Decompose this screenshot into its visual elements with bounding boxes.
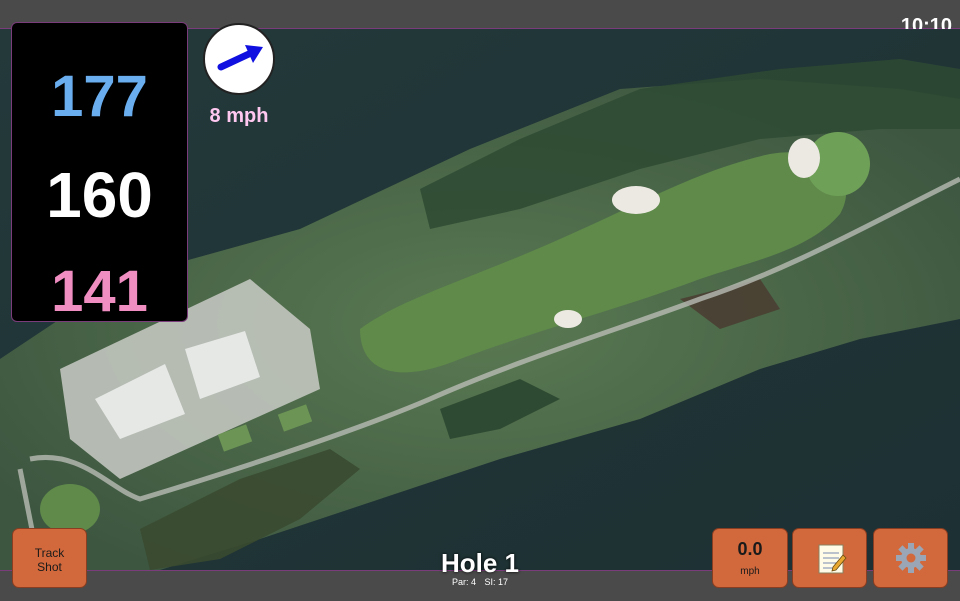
speed-unit: mph bbox=[740, 566, 760, 577]
hole-meta: Par: 4 SI: 17 bbox=[380, 577, 580, 587]
distance-back-of-green: 177 bbox=[51, 64, 148, 129]
speed-button[interactable]: 0.0 mph bbox=[712, 528, 788, 588]
distance-center-of-green: 160 bbox=[46, 159, 153, 231]
hole-stroke-index: SI: 17 bbox=[484, 577, 509, 587]
hole-title: Hole 1 bbox=[440, 548, 520, 578]
wind-direction-arrow-icon bbox=[217, 45, 263, 71]
speed-value: 0.0 bbox=[737, 539, 763, 559]
distance-panel: 177 160 141 bbox=[11, 22, 188, 324]
settings-button[interactable] bbox=[873, 528, 948, 588]
wind-speed-label: 8 mph bbox=[209, 105, 269, 127]
wind-indicator bbox=[203, 23, 275, 95]
distance-front-of-green: 141 bbox=[51, 259, 148, 324]
notepad-icon bbox=[818, 544, 847, 574]
track-shot-label-line2: Shot bbox=[37, 560, 62, 574]
hole-par: Par: 4 bbox=[451, 577, 476, 587]
gear-icon bbox=[896, 543, 926, 573]
track-shot-label-line1: Track bbox=[34, 546, 65, 560]
scorecard-notes-button[interactable] bbox=[792, 528, 867, 588]
track-shot-button[interactable]: Track Shot bbox=[12, 528, 87, 588]
